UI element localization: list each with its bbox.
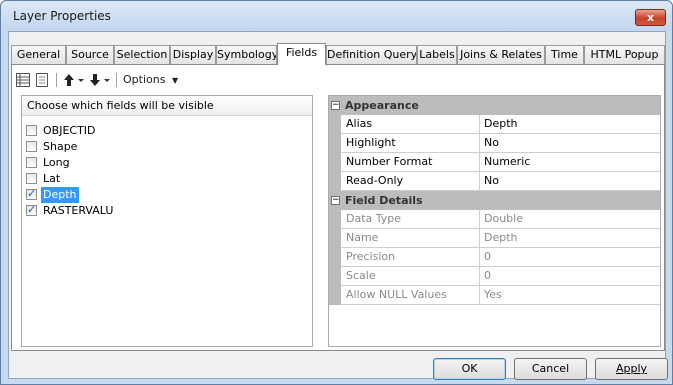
row-gutter bbox=[329, 210, 341, 229]
list-item[interactable]: Lat bbox=[26, 171, 296, 187]
property-name: Allow NULL Values bbox=[341, 286, 480, 305]
property-row: Precision 0 bbox=[329, 248, 660, 267]
property-value[interactable]: Depth bbox=[480, 115, 660, 134]
cancel-button[interactable]: Cancel bbox=[514, 358, 587, 380]
list-view-icon[interactable] bbox=[36, 70, 52, 90]
category-field-details[interactable]: − Field Details bbox=[329, 191, 660, 210]
row-gutter bbox=[329, 286, 341, 305]
field-name: OBJECTID bbox=[43, 124, 96, 137]
window-title: Layer Properties bbox=[13, 9, 111, 23]
tab-selection[interactable]: Selection bbox=[114, 45, 170, 64]
field-name: Shape bbox=[43, 140, 78, 153]
category-title: Appearance bbox=[345, 99, 419, 112]
field-checkbox[interactable] bbox=[26, 187, 37, 200]
property-name: Data Type bbox=[341, 210, 480, 229]
tab-display[interactable]: Display bbox=[170, 45, 216, 64]
dialog-body: General Source Selection Display Symbolo… bbox=[8, 31, 668, 380]
field-checkbox[interactable] bbox=[26, 157, 37, 168]
tab-source[interactable]: Source bbox=[66, 45, 114, 64]
tab-strip: General Source Selection Display Symbolo… bbox=[11, 43, 665, 65]
move-up-icon bbox=[64, 74, 84, 86]
row-gutter bbox=[329, 134, 341, 153]
apply-button[interactable]: Apply bbox=[595, 358, 668, 380]
row-gutter bbox=[329, 229, 341, 248]
tab-general[interactable]: General bbox=[11, 45, 66, 64]
row-gutter bbox=[329, 172, 341, 191]
field-checkbox[interactable] bbox=[26, 125, 37, 136]
property-value: Depth bbox=[480, 229, 660, 248]
layer-properties-dialog: Layer Properties x General Source Select… bbox=[0, 0, 673, 385]
move-down-button[interactable] bbox=[89, 70, 113, 90]
field-visibility-list: Choose which fields will be visible OBJE… bbox=[21, 95, 313, 347]
property-row: Data Type Double bbox=[329, 210, 660, 229]
property-name: Name bbox=[341, 229, 480, 248]
tab-html-popup[interactable]: HTML Popup bbox=[584, 45, 665, 64]
list-item[interactable]: Depth bbox=[26, 187, 296, 203]
ok-button[interactable]: OK bbox=[433, 358, 506, 380]
options-label: Options bbox=[123, 73, 166, 86]
category-title: Field Details bbox=[345, 194, 423, 207]
close-icon: x bbox=[646, 11, 655, 24]
tab-symbology[interactable]: Symbology bbox=[216, 45, 277, 64]
property-row: Name Depth bbox=[329, 229, 660, 248]
property-row: Scale 0 bbox=[329, 267, 660, 286]
category-appearance[interactable]: − Appearance bbox=[329, 96, 660, 115]
property-name: Read-Only bbox=[341, 172, 480, 191]
chevron-down-icon: ▼ bbox=[171, 76, 179, 85]
property-row[interactable]: Highlight No bbox=[329, 134, 660, 153]
field-name: Depth bbox=[41, 187, 79, 203]
tab-labels[interactable]: Labels bbox=[417, 45, 457, 64]
field-checkbox[interactable] bbox=[26, 141, 37, 152]
field-name: Lat bbox=[43, 172, 61, 185]
property-name: Scale bbox=[341, 267, 480, 286]
property-name: Number Format bbox=[341, 153, 480, 172]
field-name: RASTERVALU bbox=[43, 204, 114, 217]
row-gutter bbox=[329, 248, 341, 267]
tab-joins-relates[interactable]: Joins & Relates bbox=[457, 45, 545, 64]
property-row[interactable]: Alias Depth bbox=[329, 115, 660, 134]
property-name: Alias bbox=[341, 115, 480, 134]
close-button[interactable]: x bbox=[635, 9, 666, 26]
list-item[interactable]: OBJECTID bbox=[26, 123, 296, 139]
tab-definition-query[interactable]: Definition Query bbox=[326, 45, 417, 64]
property-name: Precision bbox=[341, 248, 480, 267]
property-row[interactable]: Read-Only No bbox=[329, 172, 660, 191]
toolbar-separator bbox=[116, 73, 117, 87]
list-item[interactable]: Long bbox=[26, 155, 296, 171]
tab-fields[interactable]: Fields bbox=[277, 43, 326, 65]
field-property-grid: − Appearance Alias Depth Highlight No Nu… bbox=[328, 95, 661, 347]
collapse-icon[interactable]: − bbox=[331, 101, 340, 110]
property-name: Highlight bbox=[341, 134, 480, 153]
title-bar[interactable]: Layer Properties x bbox=[1, 1, 672, 31]
property-value: 0 bbox=[480, 267, 660, 286]
property-value[interactable]: Numeric bbox=[480, 153, 660, 172]
row-gutter bbox=[329, 115, 341, 134]
field-name: Long bbox=[43, 156, 70, 169]
list-item[interactable]: RASTERVALU bbox=[26, 203, 296, 219]
move-down-icon bbox=[90, 74, 110, 86]
property-value: Yes bbox=[480, 286, 660, 305]
options-dropdown[interactable]: Options ▼ bbox=[123, 70, 193, 90]
property-value[interactable]: No bbox=[480, 172, 660, 191]
fields-tab-panel: Options ▼ Choose which fields will be vi… bbox=[11, 64, 665, 351]
tab-time[interactable]: Time bbox=[545, 45, 584, 64]
apply-button-label: Apply bbox=[615, 362, 648, 375]
field-checkbox[interactable] bbox=[26, 203, 37, 216]
fields-toolbar: Options ▼ bbox=[16, 70, 276, 90]
property-row[interactable]: Number Format Numeric bbox=[329, 153, 660, 172]
row-gutter bbox=[329, 153, 341, 172]
list-item[interactable]: Shape bbox=[26, 139, 296, 155]
move-up-button[interactable] bbox=[63, 70, 87, 90]
property-value: 0 bbox=[480, 248, 660, 267]
property-value: Double bbox=[480, 210, 660, 229]
field-checkbox[interactable] bbox=[26, 173, 37, 184]
field-list-header: Choose which fields will be visible bbox=[22, 96, 312, 116]
property-row: Allow NULL Values Yes bbox=[329, 286, 660, 305]
property-value[interactable]: No bbox=[480, 134, 660, 153]
table-view-icon[interactable] bbox=[16, 70, 32, 90]
row-gutter bbox=[329, 267, 341, 286]
toolbar-separator bbox=[56, 73, 57, 87]
collapse-icon[interactable]: − bbox=[331, 196, 340, 205]
